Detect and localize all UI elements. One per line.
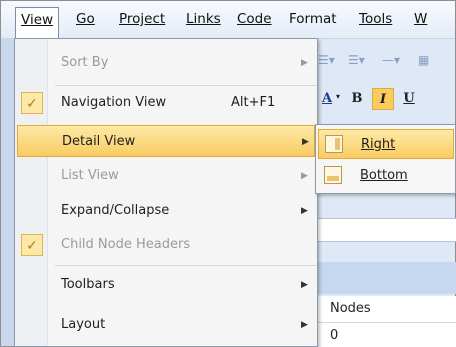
layout-right-icon (325, 135, 343, 153)
numbered-list-icon[interactable]: ☰▾ (348, 53, 365, 67)
menu-links[interactable]: Links (181, 7, 226, 32)
submenu-item-bottom[interactable]: Bottom (318, 161, 454, 191)
menu-item-label: Toolbars (61, 277, 115, 292)
background-input[interactable] (316, 218, 456, 242)
submenu-arrow-icon: ▶ (301, 58, 308, 68)
grid-cell[interactable]: 0 (330, 328, 338, 343)
menu-item-detail-view[interactable]: Detail View ▶ (17, 125, 315, 157)
menu-view[interactable]: View (15, 7, 60, 39)
submenu-arrow-icon: ▶ (302, 137, 309, 147)
menu-item-toolbars[interactable]: Toolbars ▶ (17, 269, 315, 301)
menu-code[interactable]: Code (232, 7, 277, 32)
submenu-arrow-icon: ▶ (301, 320, 308, 330)
list-format-toolbar: ☰▾ ☰▾ —▾ ▦ (314, 49, 456, 74)
view-menu-dropdown: Sort By ▶ ✓ Navigation View Alt+F1 Detai… (14, 38, 318, 347)
menu-format[interactable]: Format (284, 7, 342, 32)
submenu-item-right[interactable]: Right (318, 129, 454, 159)
italic-button[interactable]: I (372, 88, 394, 110)
layout-bottom-icon (324, 166, 342, 184)
table-icon[interactable]: ▦ (418, 53, 429, 67)
menu-item-label: Sort By (61, 55, 109, 70)
menu-item-label: Detail View (62, 134, 136, 149)
bullet-list-icon[interactable]: ☰▾ (318, 53, 335, 67)
menu-item-shortcut: Alt+F1 (231, 95, 276, 110)
menu-item-layout[interactable]: Layout ▶ (17, 309, 315, 341)
app-left-edge (1, 38, 15, 346)
menu-item-child-node-headers[interactable]: ✓ Child Node Headers (17, 229, 315, 261)
menu-separator (55, 85, 317, 86)
rule-icon[interactable]: —▾ (382, 53, 400, 67)
submenu-item-label: Bottom (360, 168, 408, 183)
menu-item-navigation-view[interactable]: ✓ Navigation View Alt+F1 (17, 87, 315, 119)
menu-go[interactable]: Go (71, 7, 100, 32)
underline-button[interactable]: U (398, 88, 420, 110)
font-color-dropdown-icon[interactable]: ▾ (336, 92, 340, 101)
menu-project[interactable]: Project (114, 7, 170, 32)
text-format-toolbar: A ▾ B I U (314, 86, 456, 112)
menu-window[interactable]: W (409, 7, 432, 32)
checkmark-icon: ✓ (21, 234, 43, 256)
menu-item-label: Navigation View (61, 95, 167, 110)
detail-view-submenu: Right Bottom (315, 124, 456, 194)
submenu-item-label: Right (361, 137, 396, 152)
submenu-arrow-icon: ▶ (301, 280, 308, 290)
menu-item-label: List View (61, 168, 119, 183)
submenu-arrow-icon: ▶ (301, 206, 308, 216)
background-panel-header (316, 262, 456, 294)
menu-tools[interactable]: Tools (354, 7, 397, 32)
checkmark-icon: ✓ (21, 92, 43, 114)
menu-item-list-view[interactable]: List View ▶ (17, 160, 315, 192)
menu-item-label: Layout (61, 317, 106, 332)
font-color-button[interactable]: A (316, 88, 338, 110)
menu-item-expand-collapse[interactable]: Expand/Collapse ▶ (17, 195, 315, 227)
menu-item-label: Expand/Collapse (61, 203, 170, 218)
grid-column-header[interactable]: Nodes (330, 301, 371, 316)
menu-item-sort-by[interactable]: Sort By ▶ (17, 47, 315, 79)
grid-divider (316, 322, 456, 323)
menu-bar: View Go Project Links Code Format Tools … (1, 1, 455, 39)
submenu-arrow-icon: ▶ (301, 171, 308, 181)
menu-item-label: Child Node Headers (61, 237, 191, 252)
menu-separator (55, 265, 317, 266)
bold-button[interactable]: B (346, 88, 368, 110)
